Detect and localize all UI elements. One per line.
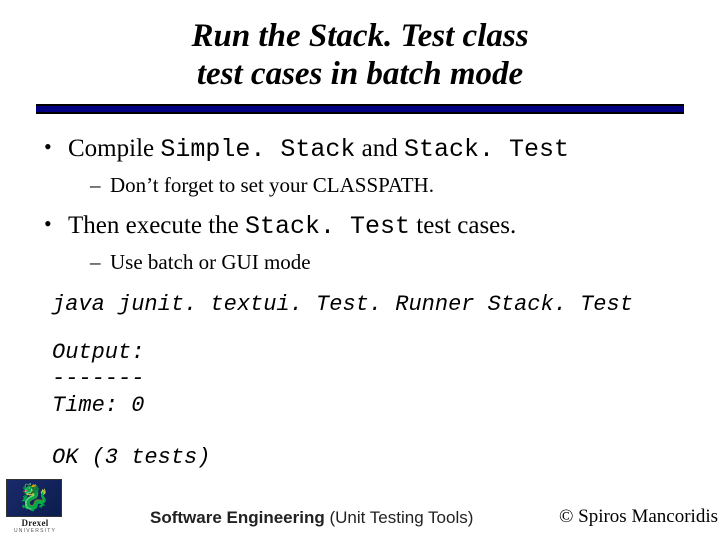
bullet-2-text-post: test cases. bbox=[410, 212, 516, 239]
bullet-2: Then execute the Stack. Test test cases.… bbox=[44, 209, 688, 276]
bullet-1-sub: Don’t forget to set your CLASSPATH. bbox=[90, 171, 688, 199]
output-block: Output: ------- Time: 0 OK (3 tests) bbox=[32, 340, 688, 472]
bullet-1-text-mid: and bbox=[355, 135, 404, 162]
title-divider bbox=[36, 104, 684, 114]
bullet-list: Compile Simple. Stack and Stack. Test Do… bbox=[32, 132, 688, 276]
footer-center-rest: (Unit Testing Tools) bbox=[325, 508, 474, 527]
command-line: java junit. textui. Test. Runner Stack. … bbox=[32, 290, 688, 320]
title-line-2: test cases in batch mode bbox=[197, 56, 523, 92]
footer-center-bold: Software Engineering bbox=[150, 508, 325, 527]
bullet-1-code-2: Stack. Test bbox=[404, 135, 569, 164]
slide-title: Run the Stack. Test class test cases in … bbox=[32, 18, 688, 102]
bullet-2-sub: Use batch or GUI mode bbox=[90, 248, 688, 276]
bullet-2-text-pre: Then execute the bbox=[68, 212, 245, 239]
bullet-1-text-pre: Compile bbox=[68, 135, 160, 162]
footer-center: Software Engineering (Unit Testing Tools… bbox=[150, 508, 473, 528]
footer: 🐉 Drexel UNIVERSITY Software Engineering… bbox=[0, 486, 720, 534]
bullet-1: Compile Simple. Stack and Stack. Test Do… bbox=[44, 132, 688, 199]
footer-copyright: © Spiros Mancoridis bbox=[559, 506, 718, 528]
logo-sub: UNIVERSITY bbox=[6, 528, 64, 534]
university-logo: 🐉 Drexel UNIVERSITY bbox=[6, 479, 64, 534]
dragon-icon: 🐉 bbox=[6, 479, 62, 517]
bullet-1-code-1: Simple. Stack bbox=[160, 135, 355, 164]
bullet-2-code: Stack. Test bbox=[245, 212, 410, 241]
title-line-1: Run the Stack. Test class bbox=[191, 18, 528, 54]
logo-name: Drexel bbox=[6, 518, 64, 528]
